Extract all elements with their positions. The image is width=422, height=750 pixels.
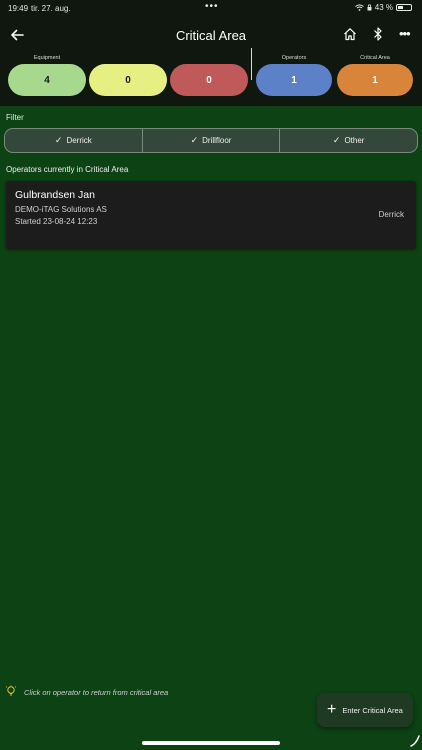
lock-rotation-icon xyxy=(367,4,372,11)
operators-caption: Operators xyxy=(281,55,307,61)
equipment-caption: Equipment xyxy=(33,55,61,61)
equipment-green-count[interactable]: 4 xyxy=(8,64,86,96)
filter-other-label: Other xyxy=(344,136,365,145)
check-icon: ✓ xyxy=(54,135,63,145)
plus-icon: + xyxy=(327,701,337,718)
more-icon[interactable]: ••• xyxy=(399,26,411,41)
check-icon: ✓ xyxy=(190,135,199,145)
operator-area: Derrick xyxy=(378,210,404,219)
battery-icon xyxy=(396,4,412,11)
critical-area-caption: Critical Area xyxy=(360,55,390,61)
pencil-corner-icon xyxy=(410,735,420,747)
battery-percent: 43 % xyxy=(374,3,393,12)
operator-company: DEMO-iTAG Solutions AS xyxy=(15,205,107,214)
page-title: Critical Area xyxy=(175,28,247,43)
lightbulb-icon xyxy=(5,685,17,696)
home-indicator[interactable] xyxy=(142,741,280,745)
check-icon: ✓ xyxy=(332,135,341,145)
filter-drillfloor-label: Drillfloor xyxy=(202,136,232,145)
equipment-red-count[interactable]: 0 xyxy=(170,64,248,96)
status-time: 19:49 xyxy=(8,4,29,13)
filter-derrick[interactable]: ✓ Derrick xyxy=(5,129,143,152)
filter-label: Filter xyxy=(6,113,24,122)
enter-critical-area-button[interactable]: + Enter Critical Area xyxy=(317,693,413,727)
operator-name: Gulbrandsen Jan xyxy=(15,189,95,201)
summary-divider xyxy=(251,48,252,80)
equipment-yellow-count[interactable]: 0 xyxy=(89,64,167,96)
hint-text: Click on operator to return from critica… xyxy=(24,688,169,697)
bluetooth-icon[interactable] xyxy=(372,26,384,42)
operators-section-title: Operators currently in Critical Area xyxy=(6,165,129,174)
wifi-icon xyxy=(354,4,364,11)
operator-started: Started 23-08-24 12:23 xyxy=(15,217,98,226)
multitask-dots[interactable]: ••• xyxy=(205,1,219,12)
enter-critical-area-label: Enter Critical Area xyxy=(342,705,403,715)
home-icon[interactable] xyxy=(343,27,357,41)
critical-area-count[interactable]: 1 xyxy=(337,64,413,96)
status-bar: 19:49 tir. 27. aug. ••• 43 % xyxy=(0,0,422,16)
filter-derrick-label: Derrick xyxy=(66,136,92,145)
filter-segmented-control: ✓ Derrick ✓ Drillfloor ✓ Other xyxy=(4,128,418,153)
status-date: tir. 27. aug. xyxy=(31,4,71,13)
filter-other[interactable]: ✓ Other xyxy=(280,129,417,152)
operator-card[interactable]: Gulbrandsen Jan DEMO-iTAG Solutions AS S… xyxy=(6,181,416,249)
filter-drillfloor[interactable]: ✓ Drillfloor xyxy=(143,129,281,152)
operators-count[interactable]: 1 xyxy=(256,64,332,96)
